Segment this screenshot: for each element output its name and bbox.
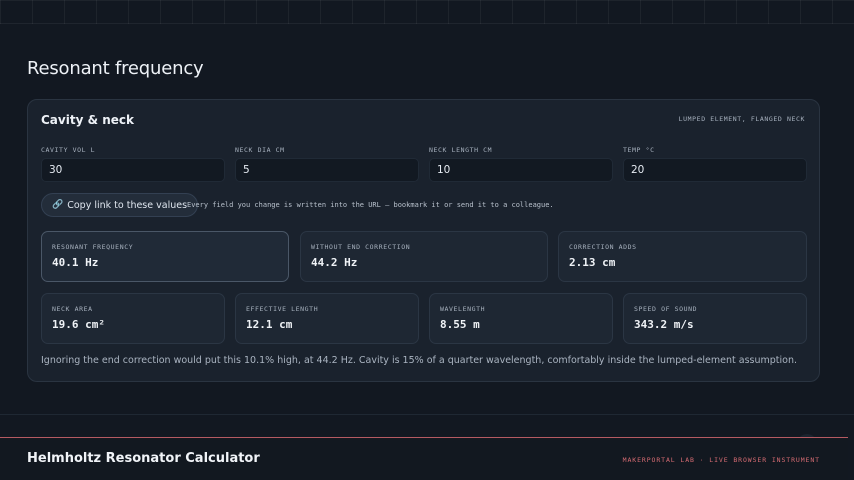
cavity-volume-input[interactable] — [41, 158, 225, 182]
copy-link-button[interactable]: 🔗 Copy link to these values — [41, 193, 199, 217]
result-label: SPEED OF SOUND — [634, 305, 698, 313]
result-label: WITHOUT END CORRECTION — [311, 243, 411, 251]
summary-text: Ignoring the end correction would put th… — [41, 355, 798, 366]
result-value: 12.1 cm — [246, 318, 293, 331]
result-value: 19.6 cm² — [52, 318, 105, 331]
neck-length-field: NECK LENGTH CM — [429, 146, 613, 182]
result-label: EFFECTIVE LENGTH — [246, 305, 319, 313]
result-card-effective-length: EFFECTIVE LENGTH 12.1 cm — [235, 293, 419, 344]
footer-title: Helmholtz Resonator Calculator — [27, 451, 260, 466]
result-value: 2.13 cm — [569, 256, 616, 269]
neck-diameter-field: NECK DIA CM — [235, 146, 419, 182]
temperature-field: TEMP °C — [623, 146, 807, 182]
result-value: 40.1 Hz — [52, 256, 99, 269]
result-card-correction-adds: CORRECTION ADDS 2.13 cm — [558, 231, 807, 282]
result-card-neck-area: NECK AREA 19.6 cm² — [41, 293, 225, 344]
result-value: 8.55 m — [440, 318, 480, 331]
cavity-volume-field: CAVITY VOL L — [41, 146, 225, 182]
neck-length-label: NECK LENGTH CM — [429, 146, 493, 154]
result-card-without-end-correction: WITHOUT END CORRECTION 44.2 Hz — [300, 231, 548, 282]
neck-diameter-input[interactable] — [235, 158, 419, 182]
result-label: WAVELENGTH — [440, 305, 486, 313]
panel-title: Cavity & neck — [41, 113, 134, 127]
section-divider — [0, 414, 854, 415]
result-label: NECK AREA — [52, 305, 93, 313]
result-value: 343.2 m/s — [634, 318, 694, 331]
result-card-wavelength: WAVELENGTH 8.55 m — [429, 293, 613, 344]
result-label: RESONANT FREQUENCY — [52, 243, 134, 251]
grid-background — [0, 0, 854, 24]
result-label: CORRECTION ADDS — [569, 243, 637, 251]
result-card-speed-of-sound: SPEED OF SOUND 343.2 m/s — [623, 293, 807, 344]
footer-tag: MAKERPORTAL LAB · LIVE BROWSER INSTRUMEN… — [622, 456, 820, 464]
url-hint-text: Every field you change is written into t… — [187, 201, 554, 209]
page-title: Resonant frequency — [27, 58, 204, 79]
cavity-neck-panel: Cavity & neck LUMPED ELEMENT, FLANGED NE… — [27, 99, 820, 382]
result-value: 44.2 Hz — [311, 256, 358, 269]
neck-length-input[interactable] — [429, 158, 613, 182]
temperature-input[interactable] — [623, 158, 807, 182]
result-card-resonant-frequency: RESONANT FREQUENCY 40.1 Hz — [41, 231, 289, 282]
neck-diameter-label: NECK DIA CM — [235, 146, 285, 154]
panel-tag: LUMPED ELEMENT, FLANGED NECK — [678, 115, 805, 123]
temperature-label: TEMP °C — [623, 146, 655, 154]
cavity-volume-label: CAVITY VOL L — [41, 146, 96, 154]
copy-link-label: Copy link to these values — [67, 199, 188, 211]
link-icon: 🔗 — [52, 200, 64, 210]
footer: Helmholtz Resonator Calculator MAKERPORT… — [0, 437, 848, 480]
